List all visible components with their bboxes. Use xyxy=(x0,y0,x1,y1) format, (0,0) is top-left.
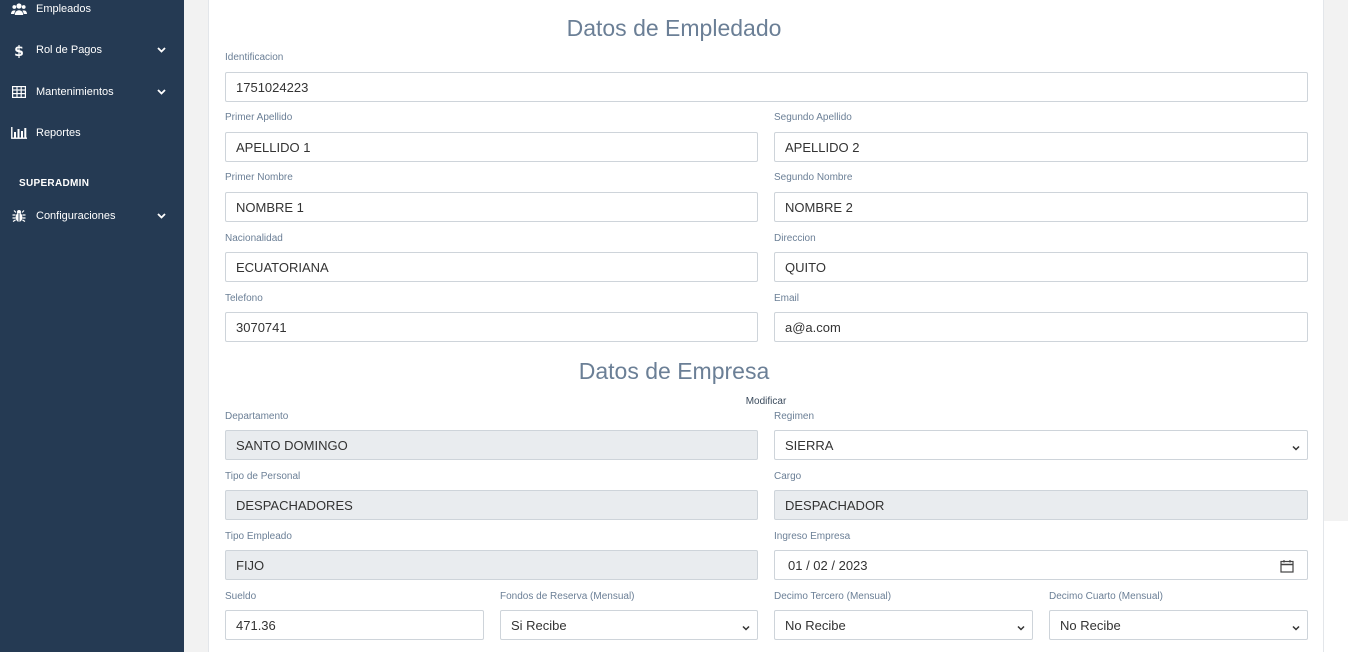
primer-nombre-label: Primer Nombre xyxy=(225,172,293,183)
email-field[interactable]: a@a.com xyxy=(774,312,1308,342)
company-section-title: Datos de Empresa xyxy=(578,358,770,384)
tipo-personal-label: Tipo de Personal xyxy=(225,471,301,482)
sueldo-value: 471.36 xyxy=(236,617,276,633)
telefono-field[interactable]: 3070741 xyxy=(225,312,758,342)
sidebar-section-heading: SUPERADMIN xyxy=(19,178,90,189)
ingreso-empresa-label: Ingreso Empresa xyxy=(774,531,851,542)
segundo-nombre-value: NOMBRE 2 xyxy=(785,199,853,215)
regimen-select[interactable]: SIERRA xyxy=(774,430,1308,460)
sidebar-item-reportes[interactable]: Reportes xyxy=(0,118,184,148)
sueldo-label: Sueldo xyxy=(225,591,257,602)
sidebar-item-mantenimientos[interactable]: Mantenimientos xyxy=(0,77,184,107)
primer-apellido-field[interactable]: APELLIDO 1 xyxy=(225,132,758,162)
sidebar-item-label: Rol de Pagos xyxy=(36,44,103,56)
telefono-value: 3070741 xyxy=(236,319,287,335)
primer-apellido-value: APELLIDO 1 xyxy=(236,139,311,155)
cargo-field: DESPACHADOR xyxy=(774,490,1308,520)
content-gutter-right xyxy=(1324,0,1348,521)
fondos-reserva-label: Fondos de Reserva (Mensual) xyxy=(500,591,635,602)
identificacion-value: 1751024223 xyxy=(236,79,309,95)
bug-icon xyxy=(11,208,27,224)
regimen-label: Regimen xyxy=(774,411,815,422)
tipo-empleado-value: FIJO xyxy=(236,557,265,573)
sidebar-item-label: Configuraciones xyxy=(36,210,116,222)
primer-apellido-label: Primer Apellido xyxy=(225,112,293,123)
sidebar-item-label: Reportes xyxy=(36,127,81,139)
sidebar-item-label: Empleados xyxy=(36,3,92,15)
table-icon xyxy=(11,84,27,100)
segundo-nombre-label: Segundo Nombre xyxy=(774,172,853,183)
fondos-reserva-select[interactable]: Si Recibe xyxy=(500,610,758,640)
departamento-value: SANTO DOMINGO xyxy=(236,437,348,453)
cargo-value: DESPACHADOR xyxy=(785,497,885,513)
chevron-down-icon xyxy=(1016,621,1026,631)
content-gutter-left xyxy=(184,0,208,652)
departamento-label: Departamento xyxy=(225,411,289,422)
email-value: a@a.com xyxy=(785,319,841,335)
departamento-field: SANTO DOMINGO xyxy=(225,430,758,460)
chevron-down-icon xyxy=(741,621,751,631)
employee-section-title: Datos de Empledado xyxy=(566,15,782,41)
telefono-label: Telefono xyxy=(225,293,263,304)
identificacion-field[interactable]: 1751024223 xyxy=(225,72,1308,102)
tipo-personal-value: DESPACHADORES xyxy=(236,497,353,513)
regimen-value: SIERRA xyxy=(785,437,834,453)
decimo-cuarto-value: No Recibe xyxy=(1060,617,1121,633)
decimo-tercero-value: No Recibe xyxy=(785,617,846,633)
tipo-empleado-label: Tipo Empleado xyxy=(225,531,292,542)
decimo-cuarto-select[interactable]: No Recibe xyxy=(1049,610,1308,640)
nacionalidad-label: Nacionalidad xyxy=(225,233,283,244)
dollar-icon: $ xyxy=(11,42,27,58)
decimo-cuarto-label: Decimo Cuarto (Mensual) xyxy=(1049,591,1163,602)
nacionalidad-field[interactable]: ECUATORIANA xyxy=(225,252,758,282)
sidebar-item-label: Mantenimientos xyxy=(36,86,114,98)
email-label: Email xyxy=(774,293,800,304)
tipo-personal-field: DESPACHADORES xyxy=(225,490,758,520)
cargo-label: Cargo xyxy=(774,471,802,482)
segundo-nombre-field[interactable]: NOMBRE 2 xyxy=(774,192,1308,222)
tipo-empleado-field: FIJO xyxy=(225,550,758,580)
segundo-apellido-field[interactable]: APELLIDO 2 xyxy=(774,132,1308,162)
segundo-apellido-value: APELLIDO 2 xyxy=(785,139,860,155)
segundo-apellido-label: Segundo Apellido xyxy=(774,112,852,123)
nacionalidad-value: ECUATORIANA xyxy=(236,259,329,275)
direccion-label: Direccion xyxy=(774,233,816,244)
fondos-reserva-value: Si Recibe xyxy=(511,617,567,633)
ingreso-empresa-date[interactable]: 01 / 02 / 2023 xyxy=(774,550,1308,580)
identificacion-label: Identificacion xyxy=(225,52,284,63)
sueldo-field[interactable]: 471.36 xyxy=(225,610,484,640)
modify-link[interactable]: Modificar xyxy=(0,396,1348,407)
decimo-tercero-label: Decimo Tercero (Mensual) xyxy=(774,591,892,602)
primer-nombre-field[interactable]: NOMBRE 1 xyxy=(225,192,758,222)
direccion-field[interactable]: QUITO xyxy=(774,252,1308,282)
sidebar-item-configuraciones[interactable]: Configuraciones xyxy=(0,201,184,231)
bar-chart-icon xyxy=(11,125,27,141)
chevron-down-icon xyxy=(156,45,166,55)
primer-nombre-value: NOMBRE 1 xyxy=(236,199,304,215)
calendar-icon[interactable] xyxy=(1280,559,1294,573)
ingreso-empresa-value: 01 / 02 / 2023 xyxy=(788,557,868,573)
chevron-down-icon xyxy=(156,87,166,97)
chevron-down-icon xyxy=(1291,441,1301,451)
decimo-tercero-select[interactable]: No Recibe xyxy=(774,610,1033,640)
chevron-down-icon xyxy=(1291,621,1301,631)
direccion-value: QUITO xyxy=(785,259,826,275)
svg-text:$: $ xyxy=(14,44,24,58)
sidebar: Empleados $ Rol de Pagos Mantenimientos … xyxy=(0,0,184,652)
chevron-down-icon xyxy=(156,211,166,221)
